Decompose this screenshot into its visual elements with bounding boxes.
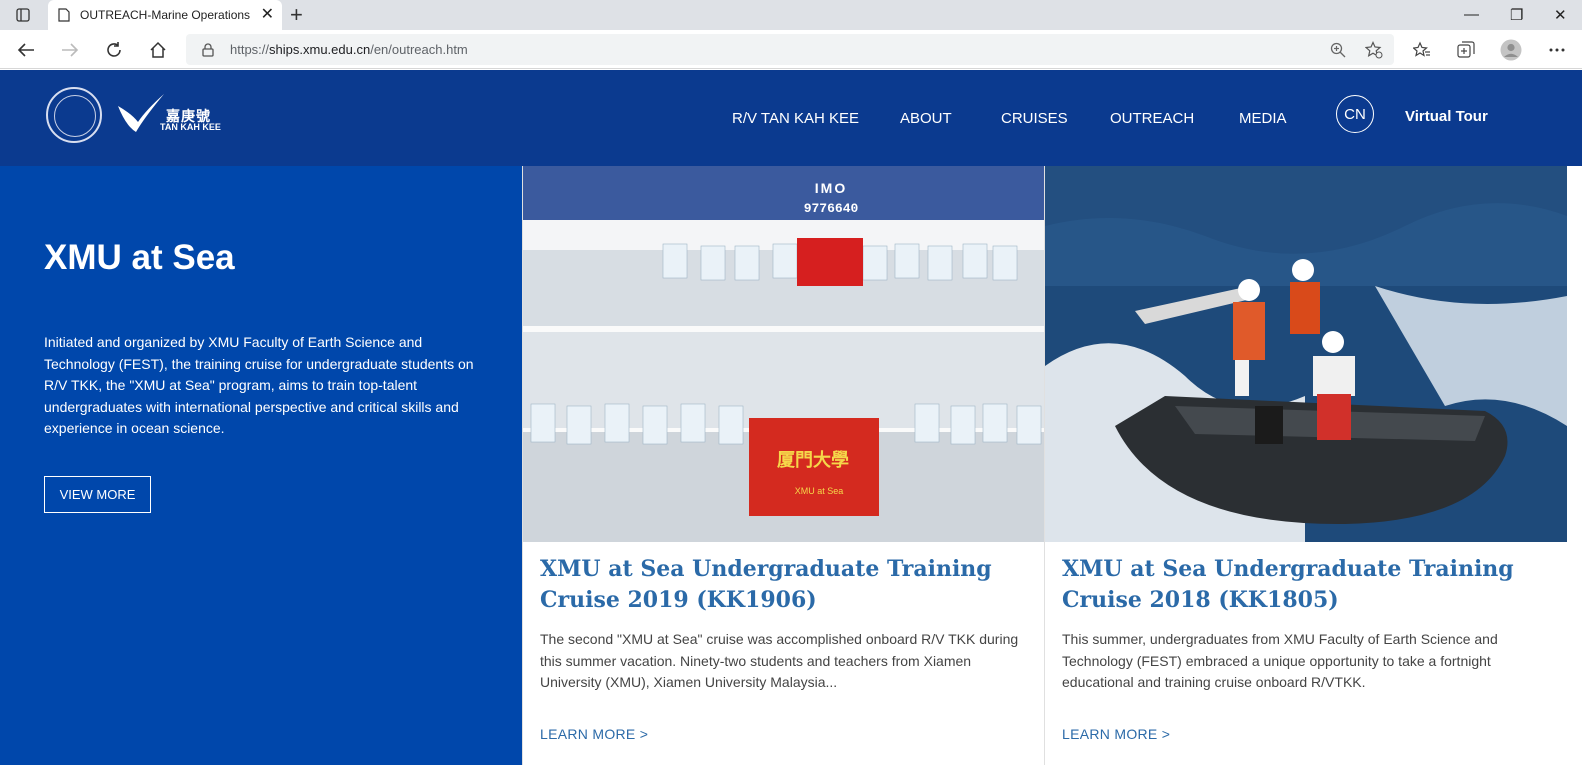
card-description: This summer, undergraduates from XMU Fac… bbox=[1062, 631, 1498, 690]
university-seal-logo[interactable] bbox=[46, 87, 102, 143]
home-icon[interactable] bbox=[146, 38, 170, 62]
favorites-icon[interactable] bbox=[1410, 38, 1434, 62]
forward-icon[interactable] bbox=[58, 38, 82, 62]
cruise-card-2019: 厦門大學 XMU at Sea IMO 9776640 XMU at Sea U… bbox=[522, 166, 1045, 765]
ship-imo-number: 9776640 bbox=[804, 201, 859, 216]
address-bar[interactable]: https://ships.xmu.edu.cn/en/outreach.htm bbox=[186, 34, 1394, 65]
minimize-icon[interactable]: — bbox=[1464, 6, 1479, 23]
browser-toolbar: https://ships.xmu.edu.cn/en/outreach.htm bbox=[0, 30, 1582, 69]
cruise-photo-2018[interactable] bbox=[1045, 166, 1567, 542]
hero-panel: XMU at Sea Initiated and organized by XM… bbox=[0, 166, 522, 765]
browser-tab[interactable]: OUTREACH-Marine Operations, ✕ bbox=[48, 0, 282, 30]
virtual-tour-link[interactable]: Virtual Tour bbox=[1405, 108, 1488, 125]
nav-cruises[interactable]: CRUISES bbox=[1001, 110, 1068, 127]
nav-media[interactable]: MEDIA bbox=[1239, 110, 1287, 127]
hero-title: XMU at Sea bbox=[44, 238, 235, 277]
back-icon[interactable] bbox=[14, 38, 38, 62]
more-menu-icon[interactable] bbox=[1545, 38, 1569, 62]
browser-tab-bar: OUTREACH-Marine Operations, ✕ + — ❐ ✕ bbox=[0, 0, 1582, 30]
ship-imo-label: IMO bbox=[815, 180, 847, 196]
nav-about[interactable]: ABOUT bbox=[900, 110, 952, 127]
page-icon bbox=[58, 8, 70, 22]
tab-actions-icon[interactable] bbox=[10, 5, 36, 25]
close-tab-icon[interactable]: ✕ bbox=[261, 7, 274, 23]
learn-more-link[interactable]: LEARN MORE > bbox=[1062, 726, 1170, 742]
cruise-card-2018: XMU at Sea Undergraduate Training Cruise… bbox=[1044, 166, 1567, 765]
refresh-icon[interactable] bbox=[102, 38, 126, 62]
card-title[interactable]: XMU at Sea Undergraduate Training Cruise… bbox=[1062, 554, 1557, 616]
zoom-icon[interactable] bbox=[1328, 40, 1348, 60]
language-switch-button[interactable]: CN bbox=[1336, 95, 1374, 133]
card-title[interactable]: XMU at Sea Undergraduate Training Cruise… bbox=[540, 554, 1035, 616]
logo-english-text: TAN KAH KEE bbox=[160, 122, 221, 132]
hero-description: Initiated and organized by XMU Faculty o… bbox=[44, 334, 474, 436]
add-favorite-icon[interactable] bbox=[1364, 40, 1384, 60]
profile-avatar-icon[interactable] bbox=[1499, 38, 1523, 62]
card-description: The second "XMU at Sea" cruise was accom… bbox=[540, 631, 1019, 690]
lock-icon[interactable] bbox=[198, 40, 218, 60]
new-tab-icon[interactable]: + bbox=[290, 4, 303, 26]
banner-text: 厦門大學 bbox=[777, 449, 849, 471]
close-window-icon[interactable]: ✕ bbox=[1554, 6, 1567, 24]
site-header: 嘉庚號 TAN KAH KEE R/V TAN KAH KEE ABOUT CR… bbox=[0, 70, 1582, 166]
cruise-photo-2019[interactable]: 厦門大學 XMU at Sea IMO 9776640 bbox=[523, 166, 1045, 542]
view-more-button[interactable]: VIEW MORE bbox=[44, 476, 151, 513]
banner-subtext: XMU at Sea bbox=[795, 486, 844, 496]
nav-outreach[interactable]: OUTREACH bbox=[1110, 110, 1194, 127]
restore-icon[interactable]: ❐ bbox=[1510, 6, 1523, 24]
collections-icon[interactable] bbox=[1454, 38, 1478, 62]
learn-more-link[interactable]: LEARN MORE > bbox=[540, 726, 648, 742]
nav-rv-tan-kah-kee[interactable]: R/V TAN KAH KEE bbox=[732, 110, 859, 127]
tab-title: OUTREACH-Marine Operations, bbox=[80, 8, 250, 22]
url-text[interactable]: https://ships.xmu.edu.cn/en/outreach.htm bbox=[230, 42, 468, 57]
